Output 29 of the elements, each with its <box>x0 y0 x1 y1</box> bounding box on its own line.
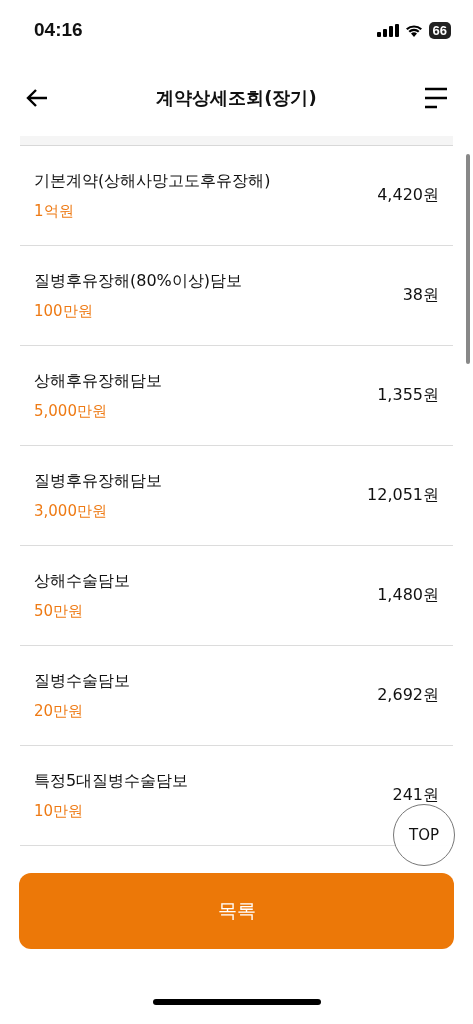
premium-amount: 241원 <box>392 785 439 806</box>
coverage-amount: 50만원 <box>34 601 85 621</box>
coverage-name: 질병후유장해(80%이상)담보 <box>34 270 243 292</box>
coverage-amount: 5,000만원 <box>34 401 108 421</box>
wifi-icon <box>404 23 423 37</box>
status-time: 04:16 <box>34 19 83 41</box>
coverage-amount: 20만원 <box>34 701 85 721</box>
scroll-top-button[interactable]: TOP <box>393 804 455 866</box>
back-arrow-icon[interactable] <box>25 88 49 108</box>
premium-amount: 12,051원 <box>367 485 439 506</box>
premium-amount: 2,692원 <box>377 685 439 706</box>
coverage-name: 특정5대질병수술담보 <box>34 770 189 792</box>
coverage-name: 상해수술담보 <box>34 570 130 592</box>
coverage-name: 상해후유장해담보 <box>34 370 162 392</box>
coverage-amount: 3,000만원 <box>34 501 108 521</box>
menu-icon[interactable] <box>424 87 448 109</box>
battery-level: 66 <box>428 21 451 39</box>
coverage-name: 기본계약(상해사망고도후유장해) <box>34 170 271 192</box>
premium-amount: 4,420원 <box>377 185 439 206</box>
premium-amount: 38원 <box>402 285 439 306</box>
coverage-name: 질병후유장해담보 <box>34 470 162 492</box>
page-title: 계약상세조회(장기) <box>156 86 317 110</box>
premium-amount: 1,480원 <box>377 585 439 606</box>
coverage-amount: 10만원 <box>34 801 85 821</box>
signal-icon <box>376 23 399 37</box>
coverage-amount: 100만원 <box>34 301 94 321</box>
coverage-name: 질병수술담보 <box>34 670 130 692</box>
coverage-amount: 1억원 <box>34 201 75 221</box>
premium-amount: 1,355원 <box>377 385 439 406</box>
